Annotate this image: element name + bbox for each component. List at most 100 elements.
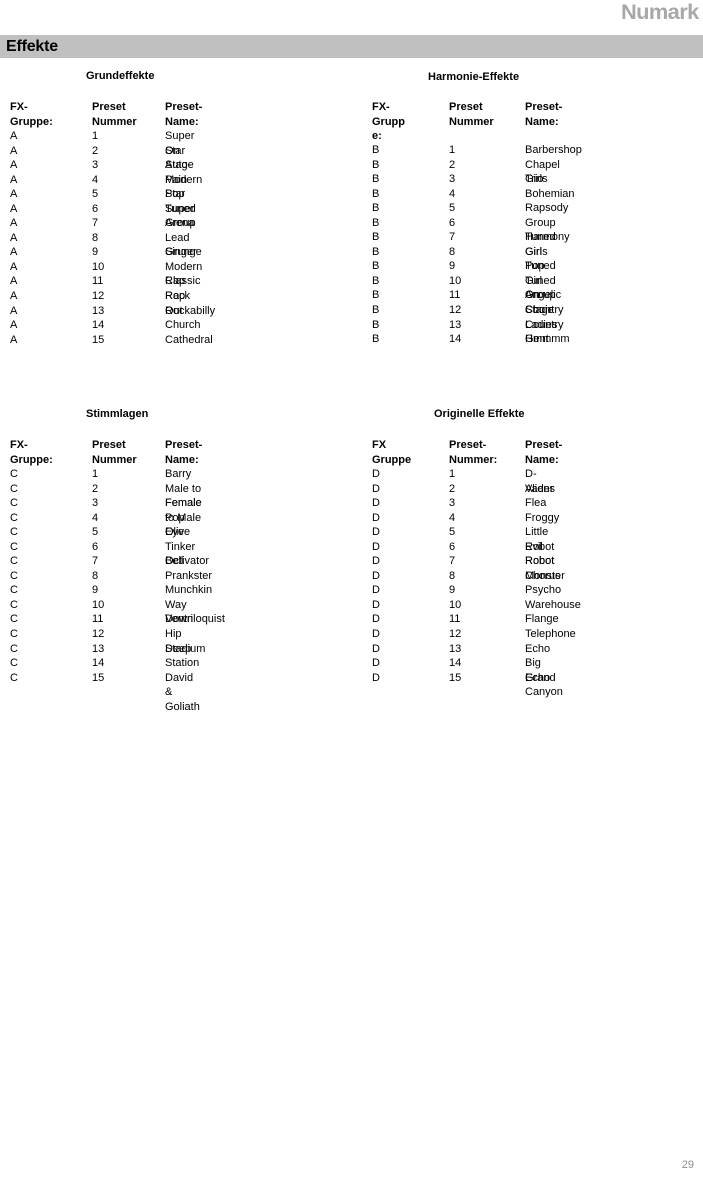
cell-preset-number: 14 — [92, 319, 105, 332]
page-title: Effekte — [6, 38, 58, 55]
cell-fx-group: C — [10, 613, 18, 626]
column-header-fx-group: FX- Gruppe: — [10, 439, 53, 466]
cell-preset-number: 11 — [92, 275, 104, 288]
cell-preset-name: David & Goliath — [165, 671, 200, 713]
cell-preset-name: Arena — [165, 217, 195, 230]
cell-preset-number: 3 — [92, 497, 99, 510]
cell-fx-group: A — [10, 217, 18, 230]
cell-preset-number: 15 — [449, 671, 462, 684]
cell-preset-number: 4 — [92, 511, 99, 524]
cell-preset-number: 1 — [449, 468, 456, 480]
cell-preset-number: 1 — [92, 130, 99, 142]
page-number: 29 — [681, 1159, 694, 1171]
column-header-preset-number: Preset Nummer — [92, 101, 137, 128]
cell-preset-name: Prankster — [165, 569, 213, 582]
cell-preset-number: 7 — [449, 555, 456, 568]
block-title: Harmonie-Effekte — [428, 71, 520, 83]
column-header-fx-group: FX- Grupp e: — [372, 101, 405, 143]
cell-fx-group: D — [372, 657, 380, 670]
cell-preset-name: Stadium — [165, 642, 206, 655]
cell-fx-group: A — [10, 246, 18, 259]
cell-preset-name: Warehouse — [525, 598, 581, 611]
cell-fx-group: B — [372, 216, 380, 229]
cell-preset-number: 5 — [92, 188, 99, 201]
cell-fx-group: D — [372, 555, 380, 568]
column-header-fx-group: FX Gruppe — [372, 439, 412, 466]
cell-preset-number: 2 — [449, 158, 456, 171]
cell-preset-name: Octivator — [165, 555, 210, 568]
cell-fx-group: D — [372, 642, 380, 655]
cell-preset-number: 13 — [449, 318, 462, 331]
cell-fx-group: B — [372, 144, 380, 156]
cell-preset-number: 10 — [92, 598, 105, 611]
cell-fx-group: D — [372, 511, 380, 524]
cell-preset-name: Bohemian — [525, 187, 575, 200]
cell-preset-name: Monster — [525, 569, 565, 582]
cell-fx-group: D — [372, 569, 380, 582]
cell-fx-group: C — [10, 526, 18, 539]
cell-fx-group: A — [10, 144, 18, 157]
column-header-preset-number: Preset- Nummer: — [449, 439, 498, 466]
block-title: Grundeffekte — [86, 70, 155, 82]
cell-preset-number: 7 — [92, 555, 99, 568]
cell-fx-group: B — [372, 289, 380, 302]
cell-preset-number: 9 — [92, 246, 99, 259]
cell-preset-number: 13 — [92, 642, 105, 655]
cell-fx-group: D — [372, 671, 380, 684]
cell-fx-group: A — [10, 202, 18, 215]
cell-fx-group: C — [10, 584, 18, 597]
cell-fx-group: C — [10, 482, 18, 495]
cell-fx-group: D — [372, 598, 380, 611]
cell-fx-group: B — [372, 173, 380, 186]
column-header-fx-group: FX- Gruppe: — [10, 101, 53, 128]
column-header-preset-name: Preset-Name: — [525, 101, 563, 128]
cell-preset-name: Barbershop — [525, 144, 582, 156]
cell-preset-number: 2 — [449, 482, 456, 495]
cell-preset-number: 7 — [449, 231, 456, 244]
column-header-preset-name: Preset-Name: — [165, 101, 203, 128]
cell-preset-name: Flea — [525, 497, 547, 510]
cell-preset-number: 6 — [449, 540, 456, 553]
cell-fx-group: A — [10, 188, 18, 201]
cell-preset-number: 11 — [92, 613, 104, 626]
block-title: Originelle Effekte — [434, 408, 525, 420]
cell-fx-group: D — [372, 613, 380, 626]
cell-preset-number: 12 — [92, 290, 105, 303]
cell-fx-group: B — [372, 333, 380, 346]
cell-preset-name: Grunge — [165, 246, 202, 259]
cell-preset-name: Flange — [525, 613, 559, 626]
cell-fx-group: D — [372, 540, 380, 553]
column-header-preset-number: Preset Nummer — [92, 439, 137, 466]
column-header-preset-name: Preset-Name: — [165, 439, 203, 466]
cell-preset-number: 10 — [449, 274, 462, 287]
cell-fx-group: B — [372, 304, 380, 317]
cell-preset-number: 13 — [92, 304, 105, 317]
cell-preset-name: Telephone — [525, 628, 576, 641]
cell-preset-number: 15 — [92, 671, 105, 684]
cell-preset-name: Aliens — [525, 482, 555, 495]
cell-fx-group: B — [372, 274, 380, 287]
cell-fx-group: C — [10, 657, 18, 670]
cell-fx-group: C — [10, 642, 18, 655]
cell-preset-number: 6 — [92, 202, 99, 215]
cell-preset-number: 14 — [92, 657, 105, 670]
cell-preset-name: Cathedral — [165, 333, 213, 346]
cell-fx-group: C — [10, 569, 18, 582]
cell-fx-group: A — [10, 290, 18, 303]
cell-preset-name: Munchkin — [165, 584, 213, 597]
cell-preset-name: Rockabilly — [165, 304, 216, 317]
cell-fx-group: D — [372, 468, 380, 480]
cell-preset-name: Station — [165, 657, 200, 670]
cell-preset-name: Trio — [525, 173, 544, 186]
cell-preset-number: 4 — [92, 173, 99, 186]
cell-fx-group: B — [372, 158, 380, 171]
cell-fx-group: C — [10, 540, 18, 553]
cell-preset-number: 6 — [449, 216, 456, 229]
cell-fx-group: B — [372, 260, 380, 273]
block-title: Stimmlagen — [86, 408, 149, 420]
cell-preset-name: Hmmmm — [525, 333, 570, 346]
cell-fx-group: C — [10, 511, 18, 524]
cell-preset-number: 4 — [449, 511, 456, 524]
cell-preset-name: Echo — [525, 642, 551, 655]
cell-fx-group: B — [372, 231, 380, 244]
